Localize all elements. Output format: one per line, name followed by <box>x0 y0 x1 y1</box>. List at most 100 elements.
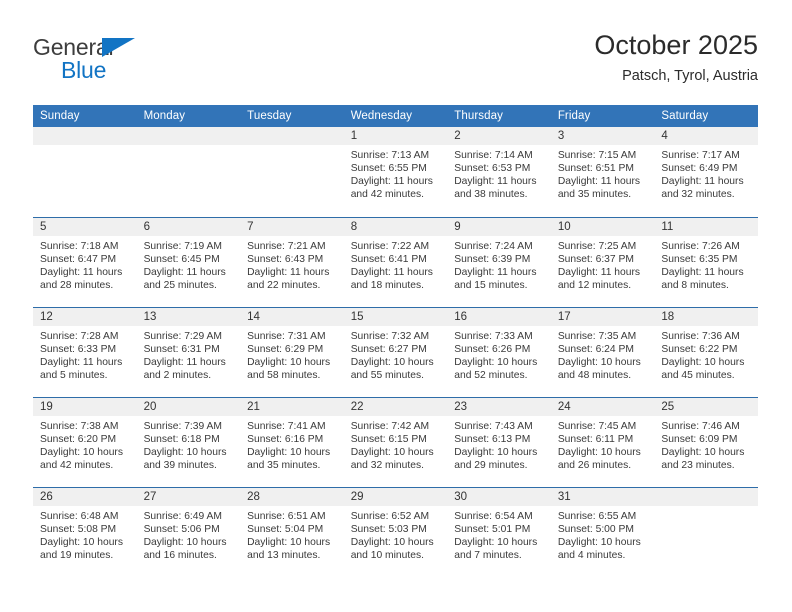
day-number <box>33 127 137 145</box>
calendar-day-cell[interactable]: 16 Sunrise: 7:33 AM Sunset: 6:26 PM Dayligh… <box>447 306 551 397</box>
calendar-day-cell[interactable]: 29 Sunrise: 6:52 AM Sunset: 5:03 PM Dayligh… <box>343 486 448 577</box>
calendar-day-cell[interactable]: 7 Sunrise: 7:21 AM Sunset: 6:43 PM Daylight… <box>240 216 344 307</box>
sunset-text: Sunset: 6:15 PM <box>350 433 427 445</box>
logo-text-blue: Blue <box>61 57 107 83</box>
calendar-day-cell[interactable]: 30 Sunrise: 6:54 AM Sunset: 5:01 PM Dayligh… <box>447 486 551 577</box>
daylight-text-line1: Daylight: 10 hours <box>454 446 538 458</box>
calendar-day-cell-empty <box>33 127 137 217</box>
daylight-text-line1: Daylight: 10 hours <box>454 356 538 368</box>
sunset-text: Sunset: 6:53 PM <box>454 163 531 175</box>
day-details: Sunrise: 7:41 AM Sunset: 6:16 PM Daylight:… <box>240 416 344 472</box>
calendar-day-cell[interactable]: 15 Sunrise: 7:32 AM Sunset: 6:27 PM Dayligh… <box>343 306 448 397</box>
day-number: 6 <box>136 217 241 236</box>
day-details: Sunrise: 7:13 AM Sunset: 6:55 PM Daylight:… <box>344 145 448 201</box>
sunrise-text: Sunrise: 7:21 AM <box>247 240 326 252</box>
sunrise-text: Sunrise: 6:51 AM <box>247 510 326 522</box>
sunrise-text: Sunrise: 7:19 AM <box>143 240 222 252</box>
daylight-text-line1: Daylight: 10 hours <box>557 536 641 548</box>
sunset-text: Sunset: 6:26 PM <box>454 343 531 355</box>
calendar-day-cell[interactable]: 24 Sunrise: 7:45 AM Sunset: 6:11 PM Dayligh… <box>550 396 655 487</box>
daylight-text-line2: and 12 minutes. <box>557 279 632 291</box>
day-details: Sunrise: 7:38 AM Sunset: 6:20 PM Daylight:… <box>33 416 137 472</box>
calendar-day-cell[interactable]: 20 Sunrise: 7:39 AM Sunset: 6:18 PM Dayligh… <box>136 396 241 487</box>
daylight-text-line1: Daylight: 11 hours <box>143 266 226 278</box>
column-header-saturday: Saturday <box>654 105 758 127</box>
daylight-text-line2: and 28 minutes. <box>40 279 114 291</box>
daylight-text-line1: Daylight: 10 hours <box>454 536 538 548</box>
daylight-text-line2: and 18 minutes. <box>350 279 424 291</box>
sunrise-text: Sunrise: 7:38 AM <box>40 420 119 432</box>
calendar-week-row: 1 Sunrise: 7:13 AM Sunset: 6:55 PM Daylight… <box>33 127 758 217</box>
day-number: 3 <box>550 127 655 145</box>
day-number: 26 <box>33 487 137 506</box>
calendar-day-cell[interactable]: 14 Sunrise: 7:31 AM Sunset: 6:29 PM Dayligh… <box>240 306 344 397</box>
calendar-day-cell[interactable]: 18 Sunrise: 7:36 AM Sunset: 6:22 PM Dayligh… <box>654 306 758 397</box>
sunrise-text: Sunrise: 7:39 AM <box>143 420 222 432</box>
calendar-day-cell[interactable]: 17 Sunrise: 7:35 AM Sunset: 6:24 PM Dayligh… <box>550 306 655 397</box>
calendar-day-cell[interactable]: 23 Sunrise: 7:43 AM Sunset: 6:13 PM Dayligh… <box>447 396 551 487</box>
calendar-day-cell[interactable]: 27 Sunrise: 6:49 AM Sunset: 5:06 PM Dayligh… <box>136 486 241 577</box>
calendar-day-cell[interactable]: 12 Sunrise: 7:28 AM Sunset: 6:33 PM Dayligh… <box>33 306 137 397</box>
day-number: 28 <box>240 487 344 506</box>
sunrise-text: Sunrise: 7:25 AM <box>557 240 637 252</box>
calendar-day-cell[interactable]: 31 Sunrise: 6:55 AM Sunset: 5:00 PM Dayligh… <box>550 486 655 577</box>
calendar-day-cell[interactable]: 11 Sunrise: 7:26 AM Sunset: 6:35 PM Dayligh… <box>654 216 758 307</box>
day-details: Sunrise: 7:32 AM Sunset: 6:27 PM Daylight:… <box>344 326 448 382</box>
calendar-day-cell[interactable]: 19 Sunrise: 7:38 AM Sunset: 6:20 PM Dayligh… <box>33 396 137 487</box>
sunset-text: Sunset: 6:49 PM <box>661 163 738 175</box>
sunrise-text: Sunrise: 7:15 AM <box>557 150 637 161</box>
daylight-text-line1: Daylight: 10 hours <box>247 446 331 458</box>
day-number: 21 <box>240 397 344 416</box>
sunset-text: Sunset: 6:51 PM <box>557 163 634 175</box>
calendar-day-cell[interactable]: 1 Sunrise: 7:13 AM Sunset: 6:55 PM Daylight… <box>343 127 448 217</box>
day-details: Sunrise: 7:15 AM Sunset: 6:51 PM Daylight:… <box>551 145 655 201</box>
sunset-text: Sunset: 6:16 PM <box>247 433 324 445</box>
day-details: Sunrise: 7:45 AM Sunset: 6:11 PM Daylight:… <box>551 416 655 472</box>
sunset-text: Sunset: 5:01 PM <box>454 523 531 535</box>
sunset-text: Sunset: 6:20 PM <box>40 433 117 445</box>
day-details: Sunrise: 7:29 AM Sunset: 6:31 PM Daylight:… <box>137 326 241 382</box>
calendar-day-cell[interactable]: 28 Sunrise: 6:51 AM Sunset: 5:04 PM Dayligh… <box>240 486 344 577</box>
calendar-day-cell[interactable]: 13 Sunrise: 7:29 AM Sunset: 6:31 PM Dayligh… <box>136 306 241 397</box>
day-number: 5 <box>33 217 137 236</box>
calendar-day-cell[interactable]: 5 Sunrise: 7:18 AM Sunset: 6:47 PM Daylight… <box>33 216 137 307</box>
calendar-day-cell[interactable]: 26 Sunrise: 6:48 AM Sunset: 5:08 PM Dayligh… <box>33 486 137 577</box>
calendar-day-cell[interactable]: 21 Sunrise: 7:41 AM Sunset: 6:16 PM Dayligh… <box>240 396 344 487</box>
sunset-text: Sunset: 5:03 PM <box>350 523 427 535</box>
day-details: Sunrise: 6:48 AM Sunset: 5:08 PM Daylight:… <box>33 506 137 562</box>
calendar-day-cell[interactable]: 10 Sunrise: 7:25 AM Sunset: 6:37 PM Dayligh… <box>550 216 655 307</box>
day-details: Sunrise: 7:42 AM Sunset: 6:15 PM Daylight:… <box>344 416 448 472</box>
sunrise-text: Sunrise: 7:36 AM <box>661 330 740 342</box>
calendar-header-row: Sunday Monday Tuesday Wednesday Thursday… <box>33 105 758 127</box>
sunrise-text: Sunrise: 7:14 AM <box>454 150 533 161</box>
calendar-page: General Blue October 2025 Patsch, Tyrol,… <box>0 0 792 612</box>
calendar-day-cell[interactable]: 6 Sunrise: 7:19 AM Sunset: 6:45 PM Daylight… <box>136 216 241 307</box>
calendar-day-cell[interactable]: 2 Sunrise: 7:14 AM Sunset: 6:53 PM Daylight… <box>447 127 551 217</box>
calendar-day-cell[interactable]: 22 Sunrise: 7:42 AM Sunset: 6:15 PM Dayligh… <box>343 396 448 487</box>
day-number <box>240 127 344 145</box>
day-details: Sunrise: 6:55 AM Sunset: 5:00 PM Daylight:… <box>551 506 655 562</box>
column-header-monday: Monday <box>136 105 241 127</box>
generalblue-logo[interactable]: General Blue <box>33 34 163 86</box>
calendar-day-cell[interactable]: 3 Sunrise: 7:15 AM Sunset: 6:51 PM Daylight… <box>550 127 655 217</box>
daylight-text-line2: and 38 minutes. <box>454 189 528 201</box>
day-number: 9 <box>447 217 551 236</box>
calendar-day-cell[interactable]: 4 Sunrise: 7:17 AM Sunset: 6:49 PM Daylight… <box>654 127 758 217</box>
daylight-text-line1: Daylight: 10 hours <box>247 356 331 368</box>
calendar-day-cell[interactable]: 8 Sunrise: 7:22 AM Sunset: 6:41 PM Daylight… <box>343 216 448 307</box>
daylight-text-line2: and 35 minutes. <box>247 459 321 471</box>
calendar-week-row: 5 Sunrise: 7:18 AM Sunset: 6:47 PM Daylight… <box>33 216 758 307</box>
sunset-text: Sunset: 5:08 PM <box>40 523 117 535</box>
sunrise-text: Sunrise: 7:24 AM <box>454 240 533 252</box>
calendar-day-cell[interactable]: 25 Sunrise: 7:46 AM Sunset: 6:09 PM Dayligh… <box>654 396 758 487</box>
day-details: Sunrise: 7:22 AM Sunset: 6:41 PM Daylight:… <box>344 236 448 292</box>
calendar-day-cell[interactable]: 9 Sunrise: 7:24 AM Sunset: 6:39 PM Daylight… <box>447 216 551 307</box>
daylight-text-line1: Daylight: 11 hours <box>454 266 537 278</box>
sunrise-text: Sunrise: 7:31 AM <box>247 330 326 342</box>
sunset-text: Sunset: 6:11 PM <box>557 433 634 445</box>
daylight-text-line2: and 26 minutes. <box>557 459 632 471</box>
day-details: Sunrise: 7:18 AM Sunset: 6:47 PM Daylight:… <box>33 236 137 292</box>
daylight-text-line2: and 16 minutes. <box>143 549 217 561</box>
day-details: Sunrise: 7:46 AM Sunset: 6:09 PM Daylight:… <box>654 416 758 472</box>
sunrise-text: Sunrise: 7:35 AM <box>557 330 637 342</box>
